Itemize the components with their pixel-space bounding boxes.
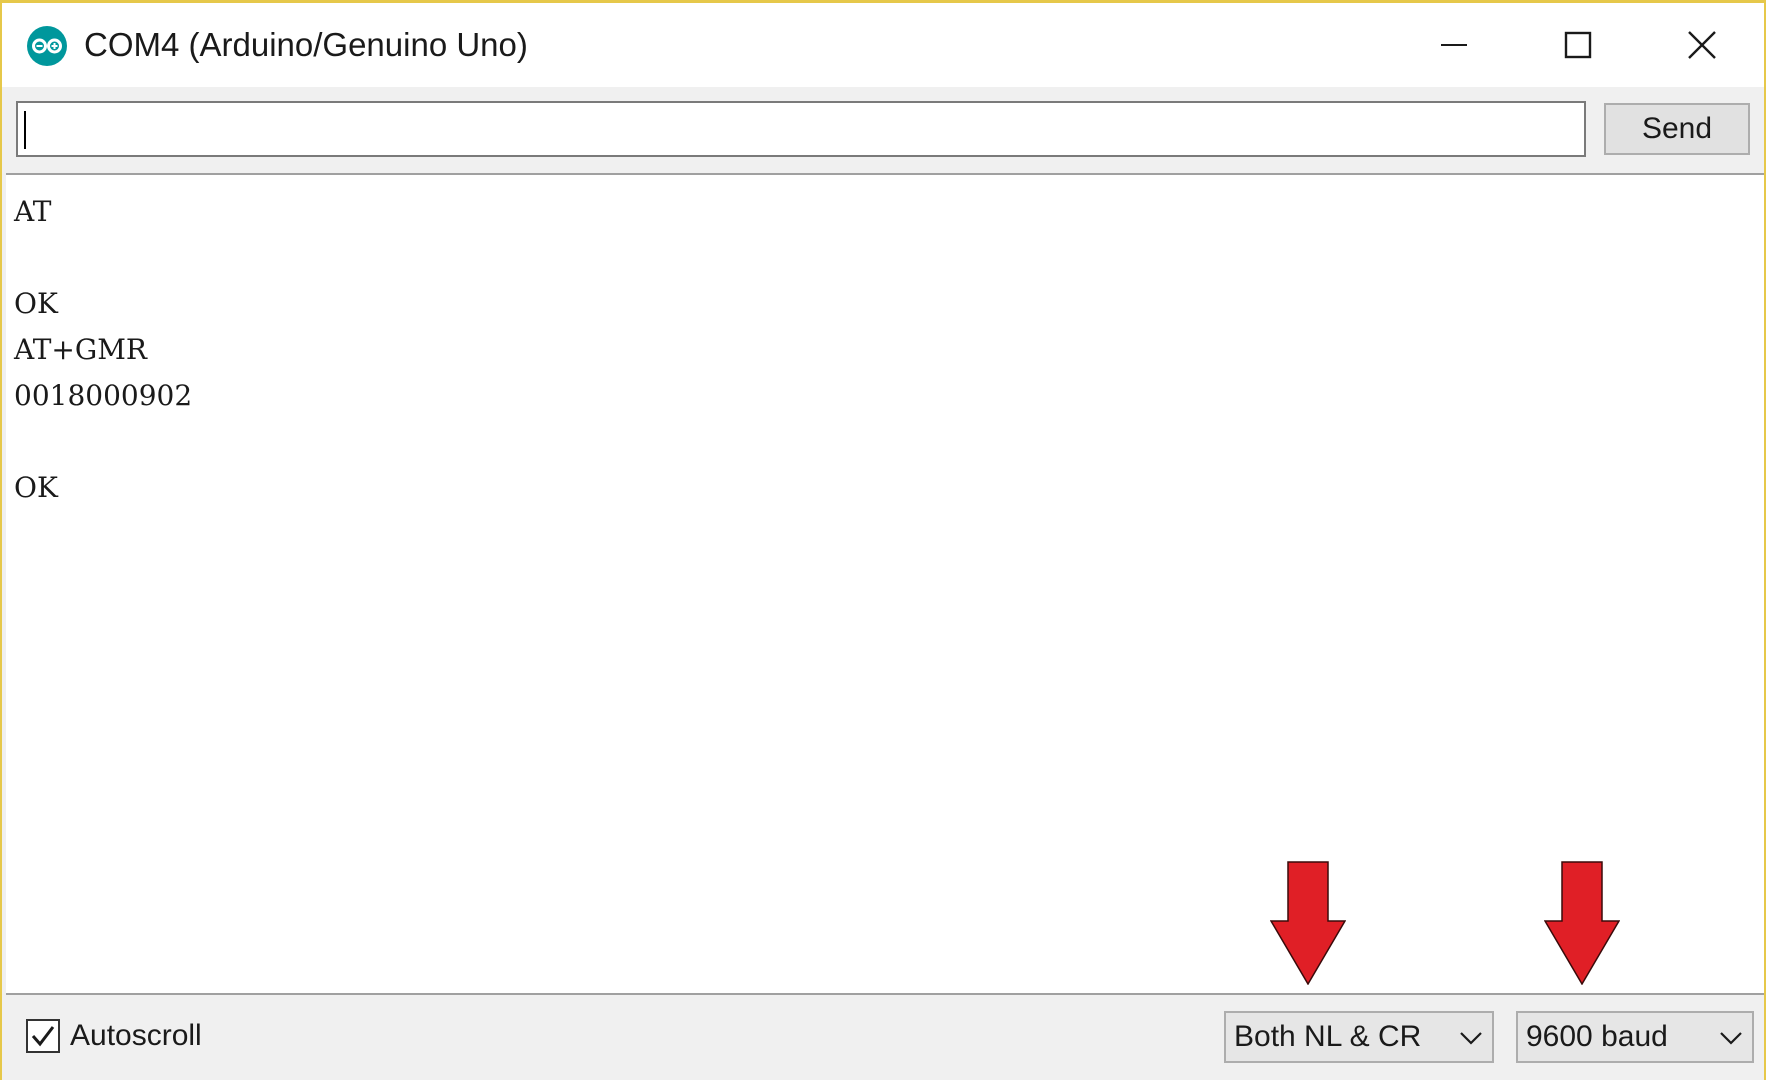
send-button[interactable]: Send <box>1604 103 1750 155</box>
close-button[interactable] <box>1642 3 1762 87</box>
maximize-button[interactable] <box>1518 3 1638 87</box>
autoscroll-label: Autoscroll <box>70 1019 202 1052</box>
checkmark-icon <box>31 1026 55 1047</box>
minimize-icon <box>1441 44 1467 46</box>
output-line: AT <box>14 195 52 228</box>
red-down-arrow-icon <box>1544 861 1620 985</box>
baud-rate-value: 9600 baud <box>1526 1020 1668 1053</box>
chevron-down-icon <box>1720 1032 1742 1045</box>
serial-input-field[interactable] <box>16 101 1586 157</box>
baud-rate-select[interactable]: 9600 baud <box>1516 1011 1754 1063</box>
maximize-icon <box>1564 31 1592 59</box>
chevron-down-icon <box>1460 1032 1482 1045</box>
arduino-logo-icon <box>27 26 67 66</box>
text-caret <box>24 111 26 149</box>
output-line: OK <box>14 471 58 504</box>
serial-monitor-window: COM4 (Arduino/Genuino Uno) Send AT OK AT… <box>0 0 1766 1080</box>
output-line: 0018000902 <box>14 379 193 412</box>
line-ending-select[interactable]: Both NL & CR <box>1224 1011 1494 1063</box>
close-icon <box>1688 31 1716 59</box>
title-bar[interactable]: COM4 (Arduino/Genuino Uno) <box>2 3 1764 87</box>
send-bar: Send <box>2 87 1764 173</box>
serial-output[interactable]: AT OK AT+GMR 0018000902 OK <box>6 173 1764 995</box>
autoscroll-toggle[interactable]: Autoscroll <box>26 1019 202 1053</box>
output-line: AT+GMR <box>14 333 147 366</box>
window-title: COM4 (Arduino/Genuino Uno) <box>84 26 528 63</box>
line-ending-value: Both NL & CR <box>1234 1020 1422 1053</box>
minimize-button[interactable] <box>1394 3 1514 87</box>
red-down-arrow-icon <box>1270 861 1346 985</box>
status-bar: Autoscroll Both NL & CR 9600 baud <box>2 995 1764 1080</box>
output-line: OK <box>14 287 58 320</box>
autoscroll-checkbox[interactable] <box>26 1019 60 1053</box>
